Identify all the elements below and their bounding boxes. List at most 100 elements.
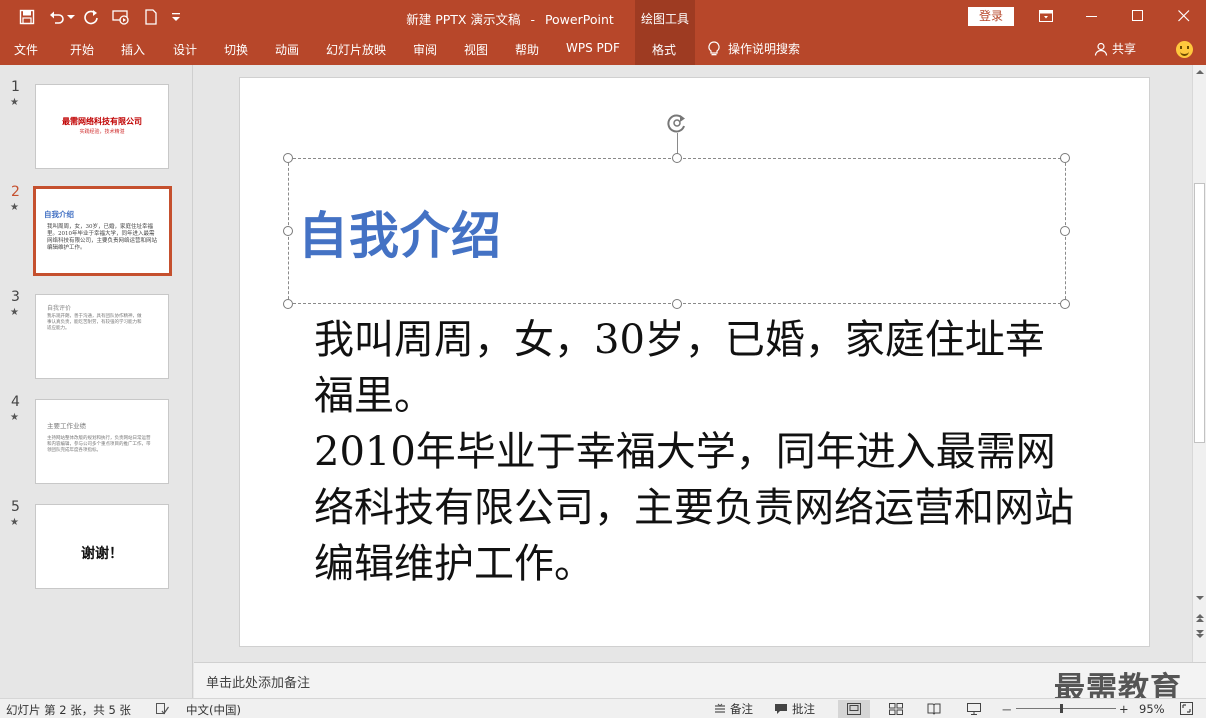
tab-wps-pdf[interactable]: WPS PDF	[566, 41, 620, 55]
save-icon[interactable]	[16, 7, 38, 27]
notes-icon	[715, 703, 725, 713]
notes-toggle-button[interactable]: 备注	[714, 701, 753, 717]
slide-editor: 自我介绍 我叫周周，女，30岁，已婚，家庭住址幸福里。 2010年毕业于幸福大学…	[194, 65, 1192, 662]
scroll-down-icon[interactable]	[1196, 595, 1204, 601]
rotate-handle-icon[interactable]	[665, 111, 689, 135]
slideshow-icon	[967, 703, 981, 715]
comment-icon	[775, 704, 787, 714]
resize-handle-bottom-right[interactable]	[1060, 299, 1070, 309]
slideshow-view-button[interactable]	[958, 700, 990, 718]
zoom-level[interactable]: 95%	[1139, 702, 1165, 716]
tab-insert[interactable]: 插入	[121, 41, 145, 58]
resize-handle-top[interactable]	[672, 153, 682, 163]
resize-handle-bottom[interactable]	[672, 299, 682, 309]
slide-thumbnail-4[interactable]: 主要工作业绩 主持网站整体改版的规划和执行，负责网站日常运营和内容编辑，参与公司…	[35, 399, 169, 484]
normal-view-icon	[847, 703, 861, 715]
app-name: PowerPoint	[544, 12, 614, 27]
thumbnail-title: 自我介绍	[44, 210, 74, 219]
body-paragraph-2: 2010年毕业于幸福大学，同年进入最需网络科技有限公司，主要负责网络运营和网站编…	[314, 429, 1074, 587]
tab-format[interactable]: 格式	[652, 41, 676, 58]
slide-thumbnail-1[interactable]: 最需网络科技有限公司 实践经验，技术精湛	[35, 84, 169, 169]
slide-body-text[interactable]: 我叫周周，女，30岁，已婚，家庭住址幸福里。 2010年毕业于幸福大学，同年进入…	[314, 312, 1074, 592]
tab-design[interactable]: 设计	[173, 41, 197, 58]
tab-animations[interactable]: 动画	[275, 41, 299, 58]
tab-home[interactable]: 开始	[70, 41, 94, 58]
start-from-beginning-icon[interactable]	[110, 7, 132, 27]
zoom-slider[interactable]	[1016, 704, 1116, 713]
redo-icon[interactable]	[80, 7, 102, 27]
minimize-icon[interactable]	[1072, 3, 1112, 29]
comments-label: 批注	[792, 702, 815, 716]
notes-toggle-label: 备注	[730, 702, 753, 716]
person-icon	[1094, 42, 1108, 56]
title-bar: 新建 PPTX 演示文稿 - PowerPoint 绘图工具 登录	[0, 0, 1206, 34]
fit-to-window-button[interactable]	[1180, 702, 1193, 718]
share-button[interactable]: 共享	[1094, 40, 1136, 57]
tab-file[interactable]: 文件	[14, 41, 38, 58]
slide-sorter-view-button[interactable]	[880, 700, 912, 718]
document-name: 新建 PPTX 演示文稿	[406, 12, 521, 27]
feedback-smiley-icon[interactable]	[1176, 41, 1193, 58]
previous-slide-icon[interactable]	[1196, 613, 1204, 623]
ribbon-display-options-icon[interactable]	[1026, 3, 1066, 29]
slide-counter: 幻灯片 第 2 张，共 5 张	[6, 703, 131, 717]
tab-transitions[interactable]: 切换	[224, 41, 248, 58]
slide-canvas[interactable]: 自我介绍 我叫周周，女，30岁，已婚，家庭住址幸福里。 2010年毕业于幸福大学…	[239, 77, 1150, 647]
tab-help[interactable]: 帮助	[515, 41, 539, 58]
vertical-scrollbar[interactable]	[1192, 65, 1206, 662]
slide-title-text[interactable]: 自我介绍	[298, 196, 502, 268]
customize-toolbar-icon[interactable]	[168, 7, 184, 27]
resize-handle-left[interactable]	[283, 226, 293, 236]
tell-me-label: 操作说明搜索	[728, 42, 801, 56]
resize-handle-top-left[interactable]	[283, 153, 293, 163]
resize-handle-bottom-left[interactable]	[283, 299, 293, 309]
title-separator: -	[530, 12, 535, 27]
fit-slide-icon	[1180, 702, 1193, 715]
language-indicator[interactable]: 中文(中国)	[186, 702, 241, 718]
close-icon[interactable]	[1164, 3, 1204, 29]
thumbnail-number: 5	[11, 499, 20, 515]
thumbnail-subtitle: 实践经验，技术精湛	[79, 129, 125, 135]
reading-view-button[interactable]	[918, 700, 950, 718]
animation-star-icon: ★	[10, 202, 19, 213]
thumbnail-number: 2	[11, 184, 20, 200]
zoom-in-button[interactable]: +	[1119, 702, 1129, 716]
slide-thumbnail-pane: 1 ★ 最需网络科技有限公司 实践经验，技术精湛 2 ★ 自我介绍 我叫周周，女…	[0, 65, 193, 698]
drawing-tools-group-label: 绘图工具	[635, 0, 695, 34]
spelling-check-icon[interactable]	[156, 703, 169, 715]
tell-me-search[interactable]: 操作说明搜索	[708, 40, 800, 57]
thumbnail-body: 我乐观开朗，善于沟通，具有团队协作精神，做事认真负责，能吃苦耐劳，有较强的学习能…	[47, 314, 142, 331]
tab-review[interactable]: 审阅	[413, 41, 437, 58]
comments-button[interactable]: 批注	[774, 701, 815, 717]
thumbnail-number: 3	[11, 289, 20, 305]
ribbon-tabs: 文件 开始 插入 设计 切换 动画 幻灯片放映 审阅 视图 帮助 WPS PDF…	[0, 34, 1206, 65]
status-bar: 幻灯片 第 2 张，共 5 张 中文(中国) 备注 批注 － + 95%	[0, 698, 1206, 718]
notes-placeholder[interactable]: 单击此处添加备注	[206, 672, 310, 691]
slide-sorter-icon	[889, 703, 903, 715]
scroll-up-icon[interactable]	[1196, 69, 1204, 75]
notes-pane[interactable]: 单击此处添加备注 最需教育	[194, 662, 1206, 707]
resize-handle-top-right[interactable]	[1060, 153, 1070, 163]
tab-slideshow[interactable]: 幻灯片放映	[326, 41, 386, 58]
normal-view-button[interactable]	[838, 700, 870, 718]
zoom-slider-knob[interactable]	[1060, 704, 1063, 713]
animation-star-icon: ★	[10, 97, 19, 108]
thumbnail-body: 我叫周周，女，30岁，已婚，家庭住址幸福里。2010年毕业于幸福大学，同年进入最…	[47, 224, 158, 251]
tab-view[interactable]: 视图	[464, 41, 488, 58]
slide-thumbnail-5[interactable]: 谢谢！	[35, 504, 169, 589]
zoom-out-button[interactable]: －	[1001, 702, 1013, 718]
undo-icon[interactable]	[46, 7, 68, 27]
slide-thumbnail-3[interactable]: 自我评价 我乐观开朗，善于沟通，具有团队协作精神，做事认真负责，能吃苦耐劳，有较…	[35, 294, 169, 379]
animation-star-icon: ★	[10, 517, 19, 528]
undo-dropdown-icon[interactable]	[66, 7, 76, 27]
thumbnail-title: 主要工作业绩	[47, 422, 86, 430]
next-slide-icon[interactable]	[1196, 629, 1204, 639]
share-label: 共享	[1112, 42, 1137, 56]
scrollbar-thumb[interactable]	[1194, 183, 1205, 443]
resize-handle-right[interactable]	[1060, 226, 1070, 236]
slide-thumbnail-2[interactable]: 自我介绍 我叫周周，女，30岁，已婚，家庭住址幸福里。2010年毕业于幸福大学，…	[33, 186, 172, 276]
maximize-icon[interactable]	[1118, 3, 1158, 29]
new-file-icon[interactable]	[140, 7, 162, 27]
login-button[interactable]: 登录	[968, 7, 1014, 26]
thumbnail-title: 谢谢！	[81, 546, 123, 562]
